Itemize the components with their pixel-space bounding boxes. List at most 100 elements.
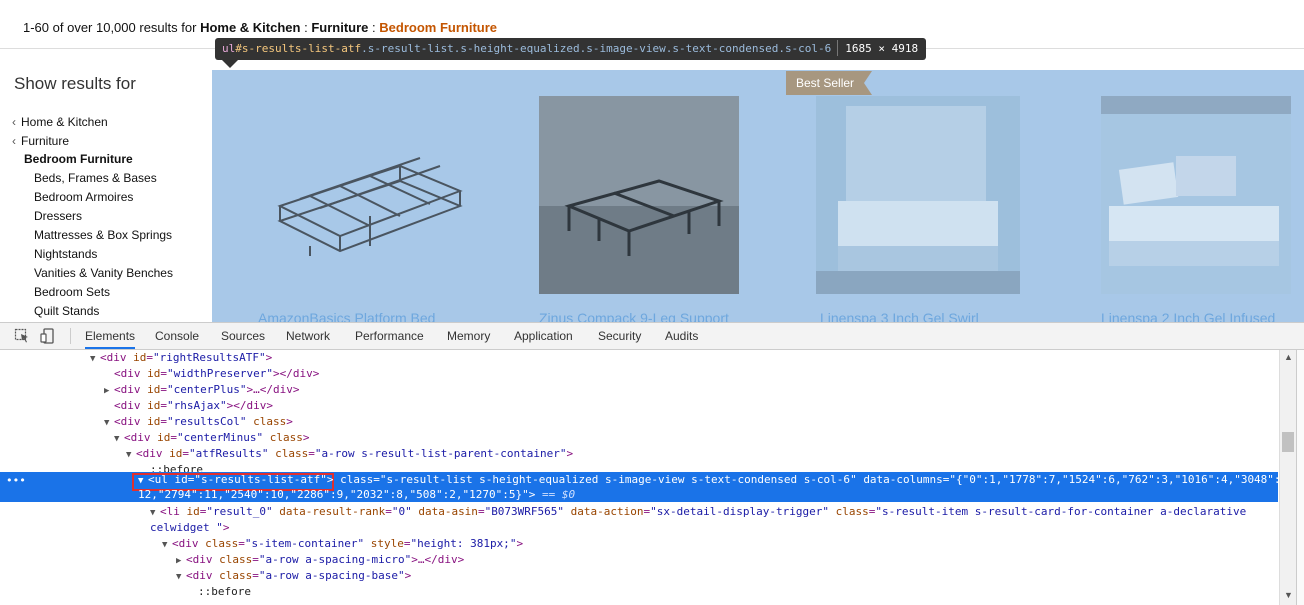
sidebar-item-label: Bedroom Sets bbox=[34, 285, 111, 299]
tab-network[interactable]: Network bbox=[286, 323, 330, 349]
bed-frame-image bbox=[539, 96, 739, 294]
sidebar-item-mattresses[interactable]: Mattresses & Box Springs bbox=[34, 228, 172, 242]
attr-value: {"0":1,"1778":7,"1524":6,"762":3,"1016":… bbox=[956, 473, 1278, 486]
tab-application[interactable]: Application bbox=[514, 323, 573, 349]
mattress-topper-drawing bbox=[816, 96, 1020, 294]
expanded-triangle-icon[interactable]: ▼ bbox=[90, 351, 100, 367]
tab-memory[interactable]: Memory bbox=[447, 323, 490, 349]
dom-node[interactable]: <div id="rhsAjax"></div> bbox=[114, 398, 273, 414]
attr-value: centerMinus bbox=[183, 431, 257, 444]
attr-value: a-row a-spacing-base bbox=[265, 569, 398, 582]
pseudo-element[interactable]: ::before bbox=[198, 584, 251, 600]
dom-node[interactable]: ▼ <div id="atfResults" class="a-row s-res… bbox=[126, 446, 573, 462]
breadcrumb-separator: : bbox=[304, 20, 308, 35]
toolbar-divider bbox=[70, 328, 71, 344]
attr-value: height: 381px; bbox=[417, 537, 510, 550]
dom-node[interactable]: <div id="widthPreserver"></div> bbox=[114, 366, 319, 382]
sidebar-item-armoires[interactable]: Bedroom Armoires bbox=[34, 190, 133, 204]
attr-name: id bbox=[147, 415, 161, 428]
tab-audits[interactable]: Audits bbox=[665, 323, 698, 349]
product-card[interactable]: Zinus Compack 9-Leg Support bbox=[505, 70, 780, 322]
attr-value: s-results-list-atf bbox=[201, 473, 321, 486]
sidebar-item-nightstands[interactable]: Nightstands bbox=[34, 247, 97, 261]
product-title-link[interactable]: Linenspa 3 Inch Gel Swirl bbox=[820, 310, 979, 322]
tag-name: div bbox=[120, 367, 141, 380]
attr-name: id bbox=[147, 367, 161, 380]
results-count: 1-60 of over 10,000 results for Home & K… bbox=[23, 20, 497, 35]
dom-node[interactable]: ▼ <div class="a-row a-spacing-base"> bbox=[176, 568, 411, 584]
best-seller-badge: Best Seller bbox=[786, 71, 873, 95]
tab-performance[interactable]: Performance bbox=[355, 323, 424, 349]
sidebar-item-bedroom-sets[interactable]: Bedroom Sets bbox=[34, 285, 110, 299]
scroll-up-icon[interactable]: ▲ bbox=[1284, 352, 1293, 362]
dom-node[interactable]: ▼ <li id="result_0" data-result-rank="0" … bbox=[150, 504, 1246, 520]
attr-value: a-row s-result-list-parent-container bbox=[321, 447, 560, 460]
tab-elements[interactable]: Elements bbox=[85, 323, 136, 349]
inspect-tooltip: ul#s-results-list-atf.s-result-list.s-he… bbox=[215, 38, 927, 60]
chevron-left-icon: ‹ bbox=[12, 134, 16, 148]
attr-value: s-item-container bbox=[251, 537, 358, 550]
tag-name: div bbox=[106, 351, 127, 364]
dom-node[interactable]: ▼ <ul id="s-results-list-atf"> class="s-r… bbox=[138, 472, 1278, 488]
attr-value: centerPlus bbox=[173, 383, 240, 396]
attr-name: class bbox=[253, 415, 287, 428]
sidebar-item-label: Home & Kitchen bbox=[21, 115, 108, 129]
attr-name: data-columns bbox=[863, 473, 943, 486]
attr-name: data-action bbox=[570, 505, 644, 518]
attr-value: result_0 bbox=[213, 505, 266, 518]
sidebar-item-home-kitchen[interactable]: ‹ Home & Kitchen bbox=[12, 115, 108, 129]
attr-name: data-asin bbox=[418, 505, 478, 518]
product-card[interactable]: AmazonBasics Platform Bed bbox=[224, 70, 499, 322]
dom-node[interactable]: ▼ <div class="s-item-container" style="he… bbox=[162, 536, 523, 552]
sidebar-item-vanities[interactable]: Vanities & Vanity Benches bbox=[34, 266, 173, 280]
scrollbar-thumb[interactable] bbox=[1282, 432, 1294, 452]
expanded-triangle-icon[interactable]: ▼ bbox=[114, 431, 124, 447]
dom-node[interactable]: ▶ <div id="centerPlus">…</div> bbox=[104, 382, 299, 398]
dom-node[interactable]: ▶ <div class="a-row a-spacing-micro">…</d… bbox=[176, 552, 464, 568]
sidebar-item-label: Bedroom Armoires bbox=[34, 190, 134, 204]
dom-tree-scrollbar[interactable]: ▲ ▼ bbox=[1279, 350, 1297, 605]
sidebar-item-label: Beds, Frames & Bases bbox=[34, 171, 157, 185]
devtools-panel: Elements Console Sources Network Perform… bbox=[0, 322, 1304, 605]
closing-tag: </div> bbox=[233, 399, 273, 412]
tab-console[interactable]: Console bbox=[155, 323, 199, 349]
expanded-triangle-icon[interactable]: ▼ bbox=[126, 447, 136, 463]
device-toolbar-icon[interactable] bbox=[40, 328, 56, 344]
product-title-link[interactable]: Zinus Compack 9-Leg Support bbox=[539, 310, 729, 322]
tag-name: div bbox=[120, 399, 141, 412]
sidebar-item-dressers[interactable]: Dressers bbox=[34, 209, 82, 223]
collapsed-triangle-icon[interactable]: ▶ bbox=[176, 553, 186, 569]
sidebar-item-quilt-stands[interactable]: Quilt Stands bbox=[34, 304, 99, 318]
attr-name: class bbox=[835, 505, 869, 518]
sidebar-item-furniture[interactable]: ‹ Furniture bbox=[12, 134, 69, 148]
tab-security[interactable]: Security bbox=[598, 323, 641, 349]
expanded-triangle-icon[interactable]: ▼ bbox=[176, 569, 186, 585]
refinement-sidebar: Show results for ‹ Home & Kitchen ‹ Furnit… bbox=[0, 50, 212, 322]
tag-name: div bbox=[142, 447, 163, 460]
product-title-link[interactable]: Linenspa 2 Inch Gel Infused bbox=[1101, 310, 1275, 322]
sidebar-item-label: Vanities & Vanity Benches bbox=[34, 266, 173, 280]
dom-node[interactable]: ▼ <div id="rightResultsATF"> bbox=[90, 350, 272, 366]
mattress-topper-image bbox=[816, 96, 1020, 294]
breadcrumb-furniture[interactable]: Furniture bbox=[311, 20, 368, 35]
tab-sources[interactable]: Sources bbox=[221, 323, 265, 349]
sidebar-item-beds[interactable]: Beds, Frames & Bases bbox=[34, 171, 157, 185]
collapsed-triangle-icon[interactable]: ▶ bbox=[104, 383, 114, 399]
inspect-element-icon[interactable] bbox=[14, 328, 30, 344]
chevron-left-icon: ‹ bbox=[12, 115, 16, 129]
product-card[interactable]: Linenspa 2 Inch Gel Infused bbox=[1067, 70, 1304, 322]
more-options-icon[interactable]: ••• bbox=[6, 474, 26, 487]
selected-dom-node[interactable]: ••• ▼ <ul id="s-results-list-atf"> class=… bbox=[0, 472, 1278, 502]
dom-node[interactable]: ▼ <div id="centerMinus" class> bbox=[114, 430, 309, 446]
dom-node[interactable]: ▼ <div id="resultsCol" class> bbox=[104, 414, 293, 430]
breadcrumb-home-kitchen[interactable]: Home & Kitchen bbox=[200, 20, 300, 35]
scroll-down-icon[interactable]: ▼ bbox=[1284, 590, 1293, 600]
product-card[interactable]: Linenspa 3 Inch Gel Swirl bbox=[786, 70, 1061, 322]
sidebar-item-bedroom-furniture: Bedroom Furniture bbox=[24, 152, 133, 166]
expanded-triangle-icon[interactable]: ▼ bbox=[150, 505, 160, 521]
expanded-triangle-icon[interactable]: ▼ bbox=[162, 537, 172, 553]
attr-name: id bbox=[157, 431, 171, 444]
product-title-link[interactable]: AmazonBasics Platform Bed bbox=[258, 310, 435, 322]
attr-value: a-row a-spacing-micro bbox=[265, 553, 405, 566]
expanded-triangle-icon[interactable]: ▼ bbox=[104, 415, 114, 431]
